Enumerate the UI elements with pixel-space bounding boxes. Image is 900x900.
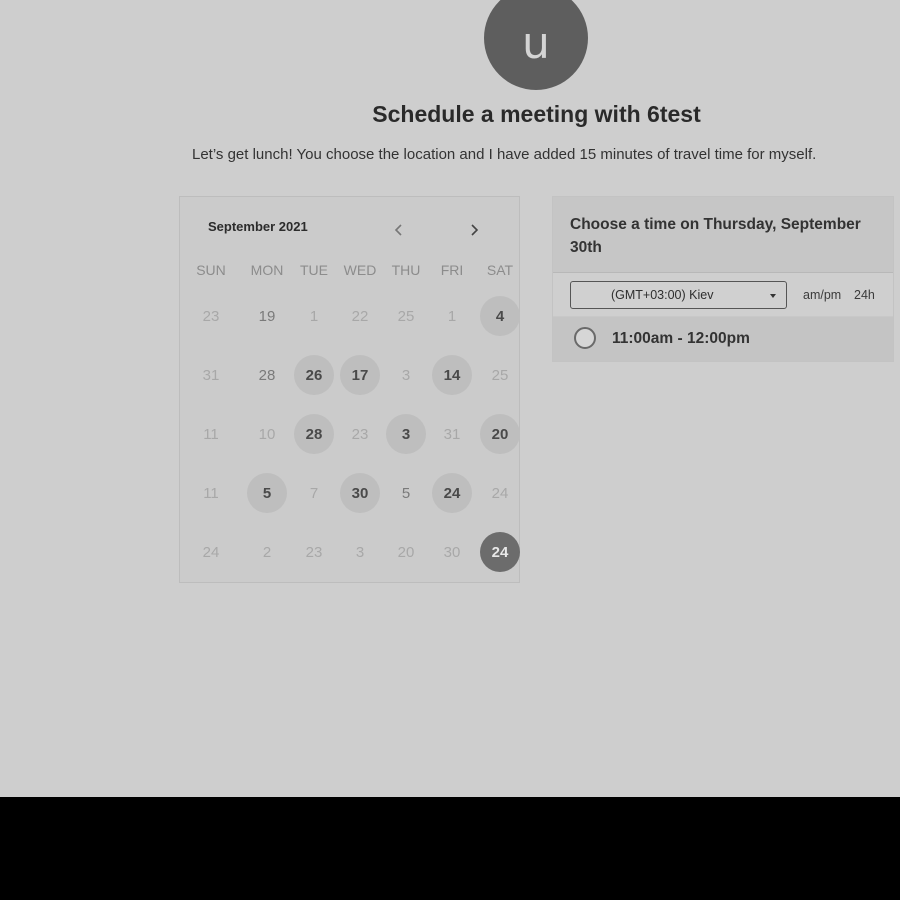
format-12h-toggle[interactable]: am/pm bbox=[803, 288, 841, 302]
calendar-day-available[interactable]: 26 bbox=[294, 355, 334, 395]
meeting-description: Let’s get lunch! You choose the location… bbox=[192, 146, 817, 163]
calendar-day-available[interactable]: 17 bbox=[340, 355, 380, 395]
calendar-day-available[interactable]: 28 bbox=[294, 414, 334, 454]
calendar-day-grid: 23 19 1 22 25 1 4 31 28 26 17 3 14 25 11 10 28 23 3 31 20 11 5… bbox=[180, 197, 521, 584]
time-selection-panel: Choose a time on Thursday, September 30t… bbox=[552, 196, 894, 362]
calendar-day: 5 bbox=[401, 484, 411, 502]
avatar-initial: u bbox=[522, 18, 550, 69]
page-title: Schedule a meeting with 6test bbox=[372, 101, 701, 127]
calendar-day: 31 bbox=[202, 366, 220, 384]
calendar-day: 19 bbox=[258, 307, 276, 325]
time-panel-header: Choose a time on Thursday, September 30t… bbox=[553, 197, 893, 273]
timezone-value: (GMT+03:00) Kiev bbox=[611, 288, 714, 302]
calendar-day-available[interactable]: 3 bbox=[386, 414, 426, 454]
calendar-day: 23 bbox=[202, 307, 220, 325]
calendar-day-available[interactable]: 5 bbox=[247, 473, 287, 513]
time-panel-title: Choose a time on Thursday, September 30t… bbox=[570, 216, 861, 256]
timezone-row: (GMT+03:00) Kiev am/pm 24h bbox=[553, 273, 893, 316]
calendar-day: 1 bbox=[309, 307, 319, 325]
calendar-day: 31 bbox=[443, 425, 461, 443]
calendar-day: 24 bbox=[202, 543, 220, 561]
format-24h-toggle[interactable]: 24h bbox=[854, 288, 875, 302]
host-avatar: u bbox=[484, 0, 588, 90]
calendar-day: 20 bbox=[397, 543, 415, 561]
date-picker-calendar: September 2021 SUN MON TUE WED THU FRI SAT 23 1… bbox=[179, 196, 520, 583]
calendar-day-available[interactable]: 4 bbox=[480, 296, 520, 336]
calendar-day-available[interactable]: 30 bbox=[340, 473, 380, 513]
calendar-day: 2 bbox=[262, 543, 272, 561]
timezone-select[interactable]: (GMT+03:00) Kiev bbox=[570, 281, 787, 309]
bottom-black-bar bbox=[0, 797, 900, 900]
calendar-day: 30 bbox=[443, 543, 461, 561]
calendar-day: 3 bbox=[355, 543, 365, 561]
calendar-day-available[interactable]: 14 bbox=[432, 355, 472, 395]
calendar-day-available[interactable]: 20 bbox=[480, 414, 520, 454]
calendar-day: 25 bbox=[491, 366, 509, 384]
calendar-day: 7 bbox=[309, 484, 319, 502]
scheduling-page: u Schedule a meeting with 6test Let’s ge… bbox=[0, 0, 900, 797]
calendar-day: 22 bbox=[351, 307, 369, 325]
calendar-day: 11 bbox=[203, 484, 219, 502]
calendar-day: 23 bbox=[305, 543, 323, 561]
time-slot-option[interactable]: 11:00am - 12:00pm bbox=[553, 317, 893, 361]
calendar-day: 24 bbox=[491, 484, 509, 502]
radio-button-icon[interactable] bbox=[574, 327, 596, 349]
calendar-day: 11 bbox=[203, 425, 219, 443]
calendar-day-available[interactable]: 24 bbox=[432, 473, 472, 513]
time-slot-label: 11:00am - 12:00pm bbox=[612, 330, 750, 347]
caret-down-icon bbox=[770, 294, 776, 298]
calendar-day: 28 bbox=[258, 366, 276, 384]
calendar-day: 10 bbox=[258, 425, 276, 443]
calendar-day-selected[interactable]: 24 bbox=[480, 532, 520, 572]
calendar-day: 23 bbox=[351, 425, 369, 443]
calendar-day: 25 bbox=[397, 307, 415, 325]
calendar-day: 3 bbox=[401, 366, 411, 384]
calendar-day: 1 bbox=[447, 307, 457, 325]
